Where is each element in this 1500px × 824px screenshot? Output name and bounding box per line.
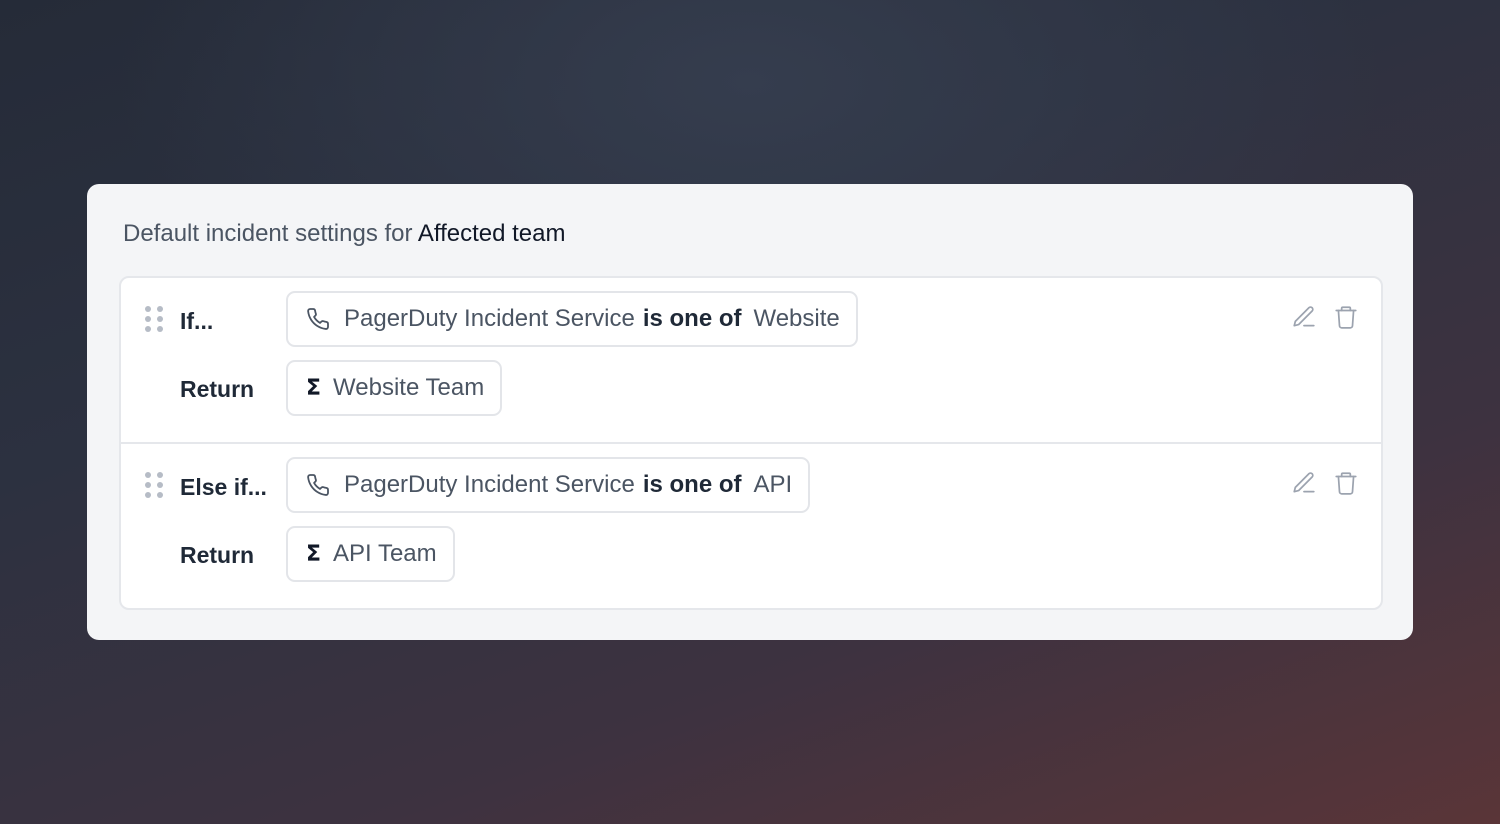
rule-actions bbox=[1291, 470, 1359, 496]
return-keyword: Return bbox=[180, 376, 255, 402]
phone-icon bbox=[306, 307, 330, 331]
card-heading: Default incident settings for Affected t… bbox=[123, 220, 566, 248]
trash-icon[interactable] bbox=[1333, 304, 1359, 330]
rule-keyword: If... bbox=[180, 308, 214, 334]
condition-field: PagerDuty Incident Service bbox=[344, 305, 635, 332]
heading-prefix: Default incident settings for bbox=[123, 220, 413, 247]
return-keyword: Return bbox=[180, 542, 255, 568]
drag-handle-icon[interactable] bbox=[145, 306, 163, 336]
trash-icon[interactable] bbox=[1333, 470, 1359, 496]
condition-pill[interactable]: PagerDuty Incident Service is one of Web… bbox=[286, 291, 858, 347]
rule-row: Else if... PagerDuty Incident Service is… bbox=[121, 444, 1381, 608]
rule-row: If... PagerDuty Incident Service is one … bbox=[121, 278, 1381, 444]
rules-list: If... PagerDuty Incident Service is one … bbox=[119, 276, 1383, 610]
edit-icon[interactable] bbox=[1291, 304, 1317, 330]
heading-field: Affected team bbox=[417, 220, 566, 247]
rule-keyword: Else if... bbox=[180, 474, 267, 500]
drag-handle-icon[interactable] bbox=[145, 472, 163, 502]
condition-operator: is one of bbox=[642, 471, 742, 498]
condition-value: API bbox=[753, 471, 793, 498]
settings-card: Default incident settings for Affected t… bbox=[87, 184, 1413, 640]
condition-field: PagerDuty Incident Service bbox=[344, 471, 635, 498]
return-pill[interactable]: Σ Website Team bbox=[286, 360, 503, 416]
return-pill[interactable]: Σ API Team bbox=[286, 526, 455, 582]
phone-icon bbox=[306, 473, 330, 497]
condition-operator: is one of bbox=[642, 305, 742, 332]
condition-value: Website bbox=[753, 305, 840, 332]
condition-pill[interactable]: PagerDuty Incident Service is one of API bbox=[286, 457, 811, 513]
sigma-icon: Σ bbox=[306, 375, 322, 401]
sigma-icon: Σ bbox=[306, 541, 322, 567]
return-value: Website Team bbox=[333, 374, 485, 401]
rule-actions bbox=[1291, 304, 1359, 330]
edit-icon[interactable] bbox=[1291, 470, 1317, 496]
return-value: API Team bbox=[333, 540, 437, 567]
